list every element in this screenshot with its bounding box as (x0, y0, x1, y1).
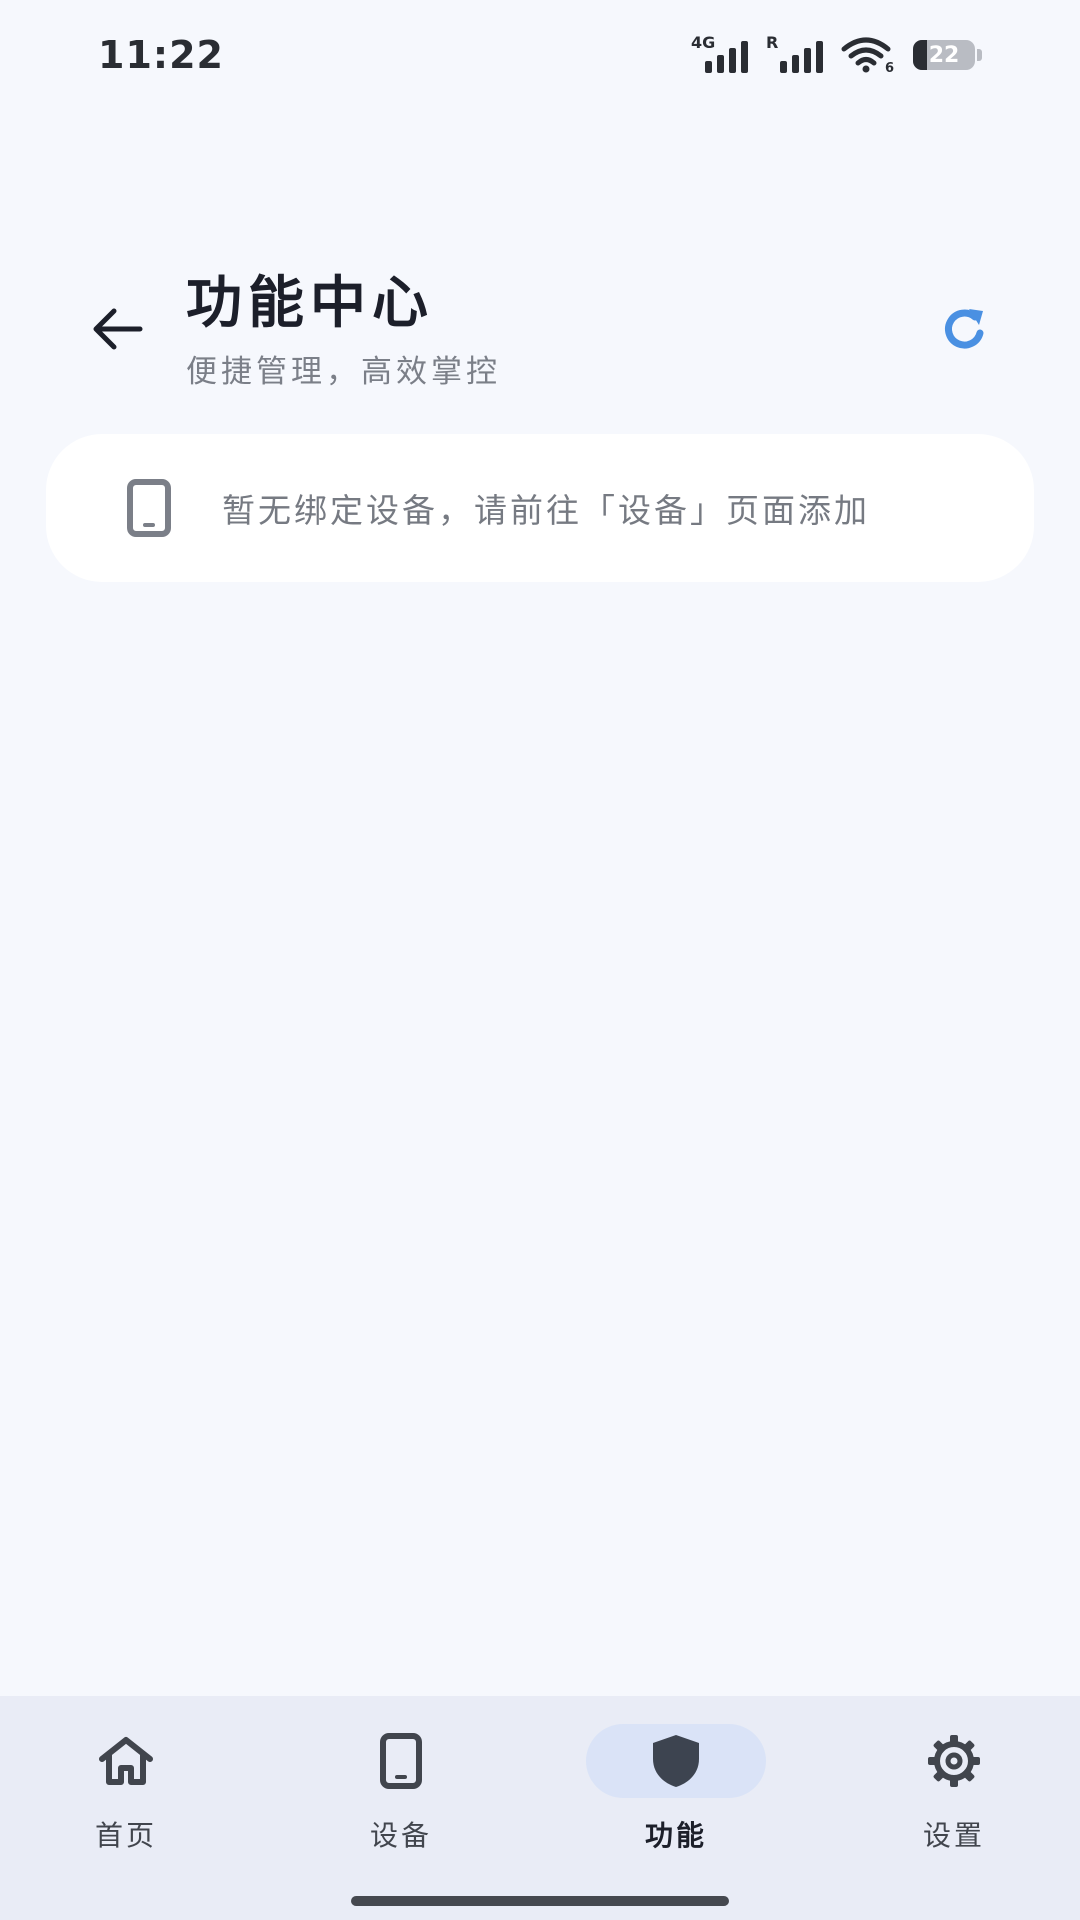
arrow-left-icon (93, 308, 143, 350)
bottom-nav: 首页 设备 功能 设置 (0, 1696, 1080, 1920)
network-type-label: 4G (691, 33, 716, 52)
status-icons: 4G R 6 22 (691, 33, 982, 73)
nav-active-pill (586, 1724, 766, 1798)
wifi-version-label: 6 (885, 61, 894, 73)
nav-item-settings[interactable]: 设置 (844, 1724, 1064, 1864)
status-time: 11:22 (98, 33, 224, 77)
wifi-icon: 6 (841, 37, 895, 73)
battery-cap (977, 49, 982, 61)
nav-item-features[interactable]: 功能 (566, 1724, 786, 1864)
nav-label-home: 首页 (94, 1819, 157, 1852)
empty-device-card: 暂无绑定设备，请前往「设备」页面添加 (46, 434, 1034, 582)
battery-level: 22 (928, 42, 960, 68)
nav-item-home[interactable]: 首页 (16, 1724, 236, 1864)
home-icon (99, 1737, 153, 1785)
page-title: 功能中心 (186, 271, 434, 336)
refresh-button[interactable] (930, 294, 1000, 364)
nav-item-devices[interactable]: 设备 (291, 1724, 511, 1864)
gear-icon (928, 1735, 980, 1787)
cellular-signal-icon: 4G (691, 33, 748, 73)
status-bar: 11:22 4G R 6 22 (0, 0, 1080, 110)
refresh-icon (945, 309, 984, 349)
back-button[interactable] (82, 294, 152, 364)
home-indicator[interactable] (351, 1896, 729, 1906)
phone-icon (116, 475, 182, 541)
nav-label-settings: 设置 (922, 1819, 985, 1852)
nav-label-features: 功能 (644, 1819, 707, 1852)
phone-icon (380, 1733, 422, 1789)
shield-icon (653, 1735, 699, 1787)
roaming-label: R (766, 33, 779, 52)
page-header: 功能中心 便捷管理，高效掌控 (0, 250, 1080, 400)
nav-label-devices: 设备 (369, 1819, 432, 1852)
battery-icon: 22 (913, 40, 975, 70)
empty-state-message: 暂无绑定设备，请前往「设备」页面添加 (222, 491, 870, 530)
roaming-signal-icon: R (766, 33, 823, 73)
page-subtitle: 便捷管理，高效掌控 (186, 354, 501, 390)
